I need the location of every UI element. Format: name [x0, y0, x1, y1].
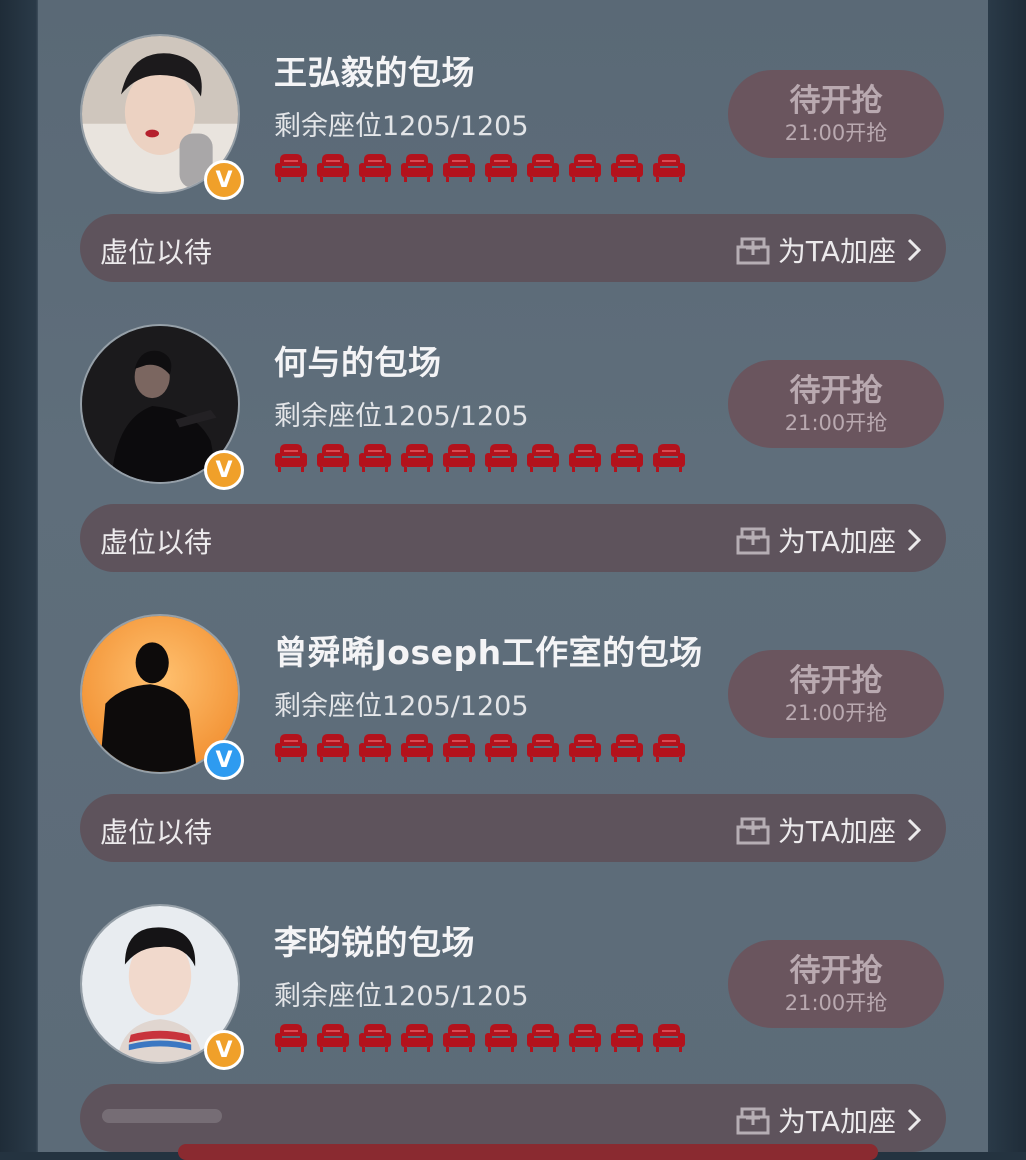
armchair-icon — [401, 1024, 433, 1052]
grab-button-label: 待开抢 — [789, 373, 883, 409]
armchair-icon — [485, 1024, 517, 1052]
add-seat-icon — [736, 237, 770, 265]
chevron-right-icon — [907, 818, 922, 842]
armchair-icon — [569, 734, 601, 762]
armchair-icon — [359, 734, 391, 762]
grab-ticket-button[interactable]: 待开抢 21:00开抢 — [728, 360, 944, 448]
grab-start-time: 21:00开抢 — [784, 411, 888, 435]
armchair-icon — [485, 154, 517, 182]
armchair-icon — [317, 734, 349, 762]
armchair-icon — [275, 734, 307, 762]
add-seat-bar[interactable]: 虚位以待 为TA加座 — [80, 214, 946, 282]
armchair-icon — [611, 1024, 643, 1052]
armchair-icon — [443, 154, 475, 182]
grab-start-time: 21:00开抢 — [784, 121, 888, 145]
armchair-icon — [401, 154, 433, 182]
remaining-seats-text: 剩余座位1205/1205 — [274, 111, 529, 142]
add-seat-icon — [736, 1107, 770, 1135]
armchair-icon — [401, 444, 433, 472]
bottom-action-bar[interactable] — [178, 1144, 878, 1160]
armchair-icon — [653, 1024, 685, 1052]
grab-start-time: 21:00开抢 — [784, 991, 888, 1015]
armchair-icon — [527, 1024, 559, 1052]
armchair-icon — [569, 444, 601, 472]
armchair-icon — [653, 444, 685, 472]
seat-icon-row — [274, 440, 686, 474]
screening-card: V 王弘毅的包场 剩余座位1205/1205 待开抢 21:00开抢 虚位以待 … — [38, 0, 988, 290]
chevron-right-icon — [907, 528, 922, 552]
bar-status-text-blurred — [100, 1101, 230, 1138]
chevron-right-icon — [907, 1108, 922, 1132]
armchair-icon — [653, 154, 685, 182]
add-seat-link[interactable]: 为TA加座 — [734, 1100, 922, 1140]
armchair-icon — [611, 444, 643, 472]
add-seat-label: 为TA加座 — [777, 235, 896, 268]
bar-status-text: 虚位以待 — [100, 526, 213, 559]
seat-icon-row — [274, 730, 686, 764]
grab-ticket-button[interactable]: 待开抢 21:00开抢 — [728, 70, 944, 158]
armchair-icon — [359, 1024, 391, 1052]
verified-v-badge-icon: V — [204, 160, 244, 200]
add-seat-bar[interactable]: 虚位以待 为TA加座 — [80, 504, 946, 572]
add-seat-link[interactable]: 为TA加座 — [734, 810, 922, 850]
verified-v-badge-icon: V — [204, 1030, 244, 1070]
add-seat-link[interactable]: 为TA加座 — [734, 230, 922, 270]
grab-ticket-button[interactable]: 待开抢 21:00开抢 — [728, 650, 944, 738]
screening-title[interactable]: 何与的包场 — [274, 336, 442, 384]
remaining-seats-text: 剩余座位1205/1205 — [274, 981, 529, 1012]
add-seat-label: 为TA加座 — [777, 815, 896, 848]
armchair-icon — [443, 444, 475, 472]
armchair-icon — [653, 734, 685, 762]
screening-card: V 曾舜晞Joseph工作室的包场 剩余座位1205/1205 待开抢 21:0… — [38, 580, 988, 870]
armchair-icon — [527, 154, 559, 182]
verified-v-badge-icon: V — [204, 450, 244, 490]
add-seat-bar[interactable]: 为TA加座 — [80, 1084, 946, 1152]
verified-v-badge-icon: V — [204, 740, 244, 780]
grab-button-label: 待开抢 — [789, 83, 883, 119]
armchair-icon — [275, 1024, 307, 1052]
armchair-icon — [317, 1024, 349, 1052]
armchair-icon — [527, 734, 559, 762]
bar-status-text: 虚位以待 — [100, 816, 213, 849]
armchair-icon — [611, 154, 643, 182]
armchair-icon — [275, 444, 307, 472]
screening-title[interactable]: 王弘毅的包场 — [274, 46, 475, 94]
seat-icon-row — [274, 1020, 686, 1054]
bar-status-text: 虚位以待 — [100, 236, 213, 269]
armchair-icon — [359, 444, 391, 472]
screening-card: V 何与的包场 剩余座位1205/1205 待开抢 21:00开抢 虚位以待 为… — [38, 290, 988, 580]
add-seat-link[interactable]: 为TA加座 — [734, 520, 922, 560]
armchair-icon — [443, 1024, 475, 1052]
armchair-icon — [611, 734, 643, 762]
screening-title[interactable]: 李昀锐的包场 — [274, 916, 475, 964]
armchair-icon — [401, 734, 433, 762]
add-seat-icon — [736, 527, 770, 555]
armchair-icon — [569, 1024, 601, 1052]
armchair-icon — [527, 444, 559, 472]
armchair-icon — [317, 444, 349, 472]
seat-icon-row — [274, 150, 686, 184]
add-seat-icon — [736, 817, 770, 845]
add-seat-label: 为TA加座 — [777, 525, 896, 558]
screening-title[interactable]: 曾舜晞Joseph工作室的包场 — [274, 626, 703, 674]
screening-list-panel: V 王弘毅的包场 剩余座位1205/1205 待开抢 21:00开抢 虚位以待 … — [38, 0, 988, 1160]
grab-button-label: 待开抢 — [789, 953, 883, 989]
grab-button-label: 待开抢 — [789, 663, 883, 699]
armchair-icon — [275, 154, 307, 182]
armchair-icon — [359, 154, 391, 182]
remaining-seats-text: 剩余座位1205/1205 — [274, 401, 529, 432]
chevron-right-icon — [907, 238, 922, 262]
add-seat-label: 为TA加座 — [777, 1105, 896, 1138]
blurred-text-placeholder — [102, 1109, 222, 1123]
screening-card: V 李昀锐的包场 剩余座位1205/1205 待开抢 21:00开抢 为TA加座 — [38, 870, 988, 1160]
armchair-icon — [485, 444, 517, 472]
armchair-icon — [443, 734, 475, 762]
add-seat-bar[interactable]: 虚位以待 为TA加座 — [80, 794, 946, 862]
armchair-icon — [317, 154, 349, 182]
armchair-icon — [485, 734, 517, 762]
remaining-seats-text: 剩余座位1205/1205 — [274, 691, 529, 722]
armchair-icon — [569, 154, 601, 182]
grab-start-time: 21:00开抢 — [784, 701, 888, 725]
grab-ticket-button[interactable]: 待开抢 21:00开抢 — [728, 940, 944, 1028]
